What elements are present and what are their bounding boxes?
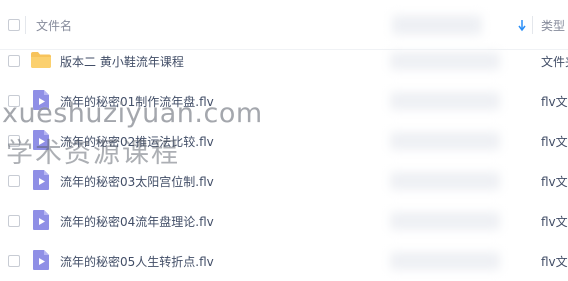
file-type: flv文件 <box>541 215 568 229</box>
video-file-icon <box>33 170 49 190</box>
file-name[interactable]: 流年的秘密02推运法比较.flv <box>60 133 214 150</box>
file-row[interactable]: 流年的秘密04流年盘理论.flv flv文件 <box>0 201 568 241</box>
file-name[interactable]: 流年的秘密03太阳宫位制.flv <box>60 173 214 190</box>
column-divider <box>25 16 26 34</box>
file-row[interactable]: 流年的秘密01制作流年盘.flv flv文件 <box>0 81 568 121</box>
file-name[interactable]: 流年的秘密01制作流年盘.flv <box>60 93 214 110</box>
column-header-modified-blurred[interactable] <box>392 15 482 35</box>
modified-date-blurred <box>390 52 500 70</box>
file-row[interactable]: 版本二 黄小鞋流年课程 文件夹 <box>0 41 568 81</box>
file-type: flv文件 <box>541 95 568 109</box>
modified-date-blurred <box>390 92 500 110</box>
file-type: flv文件 <box>541 175 568 189</box>
video-file-icon <box>33 130 49 150</box>
sort-arrow-icon[interactable] <box>516 16 528 34</box>
row-checkbox[interactable] <box>8 175 20 187</box>
video-file-icon <box>33 90 49 110</box>
video-file-icon <box>33 210 49 230</box>
row-checkbox[interactable] <box>8 55 20 67</box>
row-checkbox[interactable] <box>8 215 20 227</box>
row-checkbox[interactable] <box>8 95 20 107</box>
file-row[interactable]: 流年的秘密02推运法比较.flv flv文件 <box>0 121 568 161</box>
modified-date-blurred <box>390 172 500 190</box>
modified-date-blurred <box>390 132 500 150</box>
modified-date-blurred <box>390 252 500 270</box>
column-header-name[interactable]: 文件名 <box>36 17 72 34</box>
file-name[interactable]: 流年的秘密04流年盘理论.flv <box>60 213 214 230</box>
modified-date-blurred <box>390 212 500 230</box>
column-divider <box>532 16 533 34</box>
file-row[interactable]: 流年的秘密05人生转折点.flv flv文件 <box>0 241 568 281</box>
row-checkbox[interactable] <box>8 135 20 147</box>
column-header-type[interactable]: 类型 <box>541 17 565 34</box>
row-checkbox[interactable] <box>8 255 20 267</box>
file-type: flv文件 <box>541 135 568 149</box>
select-all-checkbox[interactable] <box>8 19 20 31</box>
file-row[interactable]: 流年的秘密03太阳宫位制.flv flv文件 <box>0 161 568 201</box>
file-name[interactable]: 版本二 黄小鞋流年课程 <box>60 53 184 70</box>
file-type: 文件夹 <box>541 55 568 69</box>
video-file-icon <box>33 250 49 270</box>
folder-icon <box>31 52 51 68</box>
